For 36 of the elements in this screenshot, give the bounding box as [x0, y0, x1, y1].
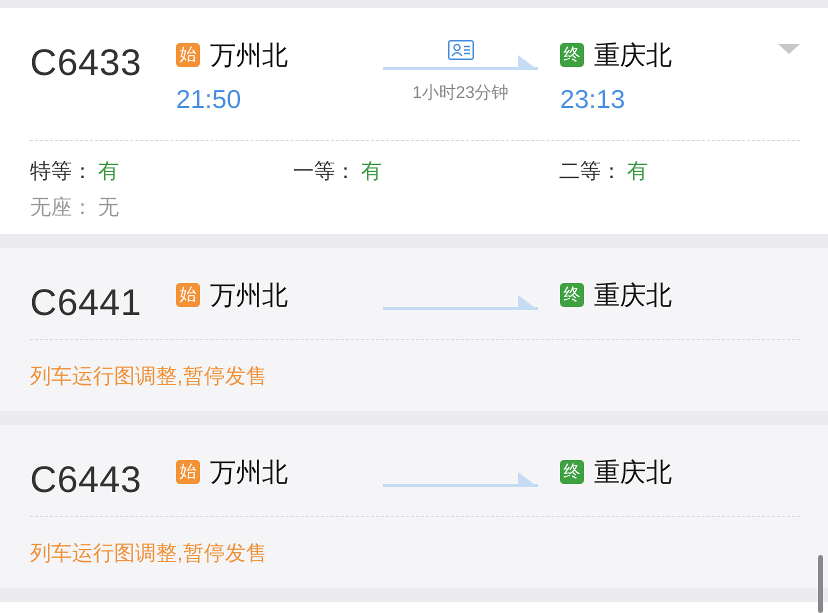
origin-badge: 始	[176, 460, 200, 484]
seat-class-label: 无座：	[30, 196, 93, 219]
origin-badge: 始	[176, 43, 200, 67]
sale-suspended-notice: 列车运行图调整,暂停发售	[30, 365, 267, 388]
seat-class-label: 二等：	[559, 160, 622, 183]
station-name: 重庆北	[594, 42, 672, 68]
arrow-icon	[383, 472, 538, 488]
origin-badge: 始	[176, 283, 200, 307]
train-card[interactable]: C6443 始 万州北 终 重庆北 列车运行图调整,暂停发售	[0, 425, 828, 588]
arrival-time: 23:13	[560, 84, 626, 114]
terminus-badge: 终	[560, 460, 584, 484]
train-card[interactable]: C6433 始 万州北 21:50 1小时23分钟 终 重庆北 23:13 特等： 有 一等： 有 二等： 有 无座： 无	[0, 8, 828, 234]
duration-text: 1小时23分钟	[412, 82, 509, 104]
departure-time: 21:50	[176, 84, 242, 114]
station-name: 重庆北	[594, 459, 672, 485]
terminus-badge: 终	[560, 43, 584, 67]
station-name: 重庆北	[594, 282, 672, 308]
seat-availability: 有	[627, 160, 648, 183]
station-name: 万州北	[210, 459, 288, 485]
train-number: C6441	[30, 284, 142, 321]
station-name: 万州北	[210, 282, 288, 308]
train-number: C6433	[30, 44, 142, 81]
arrow-icon	[383, 55, 538, 71]
arrow-icon	[383, 295, 538, 311]
terminus-badge: 终	[560, 283, 584, 307]
scrollbar-thumb	[818, 555, 823, 613]
seat-availability: 有	[361, 160, 382, 183]
station-name: 万州北	[210, 42, 288, 68]
caret-icon[interactable]	[778, 44, 800, 54]
seat-availability: 有	[98, 160, 119, 183]
seat-class-label: 特等：	[30, 160, 93, 183]
train-card[interactable]: C6441 始 万州北 终 重庆北 列车运行图调整,暂停发售	[0, 248, 828, 411]
seat-class-label: 一等：	[293, 160, 356, 183]
train-number: C6443	[30, 461, 142, 498]
sale-suspended-notice: 列车运行图调整,暂停发售	[30, 542, 267, 565]
seat-availability: 无	[98, 196, 119, 219]
